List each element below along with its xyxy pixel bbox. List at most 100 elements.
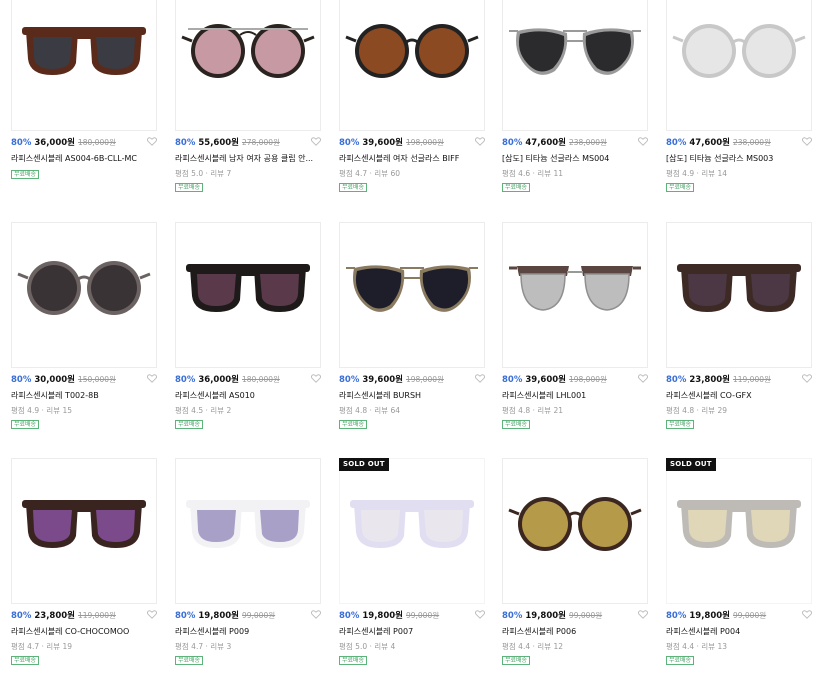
product-image[interactable]	[175, 0, 321, 131]
product-card[interactable]: SOLD OUT 80% 19,800원 99,000원 라피스센시블레 P004 평점 …	[666, 458, 812, 665]
rating-review: 평점 4.4 · 리뷰 13	[666, 642, 727, 651]
product-image[interactable]	[502, 222, 648, 368]
sale-price: 23,800원	[34, 611, 75, 621]
heart-icon[interactable]	[638, 137, 648, 150]
discount-rate: 80%	[666, 138, 687, 148]
product-card[interactable]: 80% 47,600원 238,000원 [삼도] 티타늄 선글라스 MS003 평점 …	[666, 0, 812, 192]
product-image[interactable]	[175, 222, 321, 368]
rating-review: 평점 4.7 · 리뷰 3	[175, 642, 232, 651]
sale-price: 19,800원	[362, 611, 403, 621]
sale-price: 47,600원	[689, 138, 730, 148]
free-shipping-tag: 무료배송	[175, 656, 204, 665]
product-image[interactable]	[666, 222, 812, 368]
original-price: 180,000원	[241, 375, 280, 384]
discount-rate: 80%	[175, 375, 196, 385]
original-price: 99,000원	[241, 611, 276, 620]
free-shipping-tag: 무료배송	[666, 420, 695, 429]
product-card[interactable]: 80% 39,600원 198,000원 라피스센시블레 LHL001 평점 4.8 ·…	[502, 222, 648, 429]
product-card[interactable]: SOLD OUT 80% 19,800원 99,000원 라피스센시블레 P007 평점 …	[339, 458, 485, 665]
price-row: 80% 47,600원 238,000원	[502, 137, 648, 149]
free-shipping-tag: 무료배송	[502, 420, 531, 429]
rating-review: 평점 4.9 · 리뷰 15	[11, 406, 72, 415]
product-card[interactable]: 80% 47,600원 238,000원 [삼도] 티타늄 선글라스 MS004 평점 …	[502, 0, 648, 192]
product-name[interactable]: [삼도] 티타늄 선글라스 MS003	[666, 153, 806, 164]
product-card[interactable]: 80% 36,000원 180,000원라피스센시블레 AS004-6B-CLL-M…	[11, 0, 157, 190]
product-name[interactable]: 라피스센시블레 LHL001	[502, 390, 642, 401]
product-name[interactable]: 라피스센시블레 여자 선글라스 BIFF	[339, 153, 479, 164]
product-name[interactable]: 라피스센시블레 P006	[502, 626, 642, 637]
free-shipping-tag: 무료배송	[175, 420, 204, 429]
product-image[interactable]	[11, 458, 157, 604]
product-card[interactable]: 80% 36,000원 180,000원 라피스센시블레 AS010 평점 4.5 · …	[175, 222, 321, 429]
heart-icon[interactable]	[311, 137, 321, 150]
heart-icon[interactable]	[475, 610, 485, 623]
price-row: 80% 30,000원 150,000원	[11, 374, 157, 386]
discount-rate: 80%	[666, 611, 687, 621]
rating-review: 평점 5.0 · 리뷰 4	[339, 642, 396, 651]
heart-icon[interactable]	[802, 610, 812, 623]
product-name[interactable]: 라피스센시블레 CO-CHOCOMOO	[11, 626, 151, 637]
product-card[interactable]: 80% 39,600원 198,000원 라피스센시블레 BURSH 평점 4.8 · …	[339, 222, 485, 429]
product-name[interactable]: 라피스센시블레 AS004-6B-CLL-MC	[11, 153, 151, 164]
price-row: 80% 39,600원 198,000원	[339, 137, 485, 149]
sale-price: 39,600원	[362, 375, 403, 385]
free-shipping-tag: 무료배송	[339, 656, 368, 665]
price-row: 80% 36,000원 180,000원	[11, 137, 157, 149]
product-name[interactable]: 라피스센시블레 P004	[666, 626, 806, 637]
product-name[interactable]: 라피스센시블레 P007	[339, 626, 479, 637]
original-price: 198,000원	[405, 138, 444, 147]
discount-rate: 80%	[175, 138, 196, 148]
sold-out-badge: SOLD OUT	[666, 458, 716, 471]
product-name[interactable]: [삼도] 티타늄 선글라스 MS004	[502, 153, 642, 164]
product-image[interactable]	[339, 458, 485, 604]
product-image[interactable]	[666, 458, 812, 604]
product-name[interactable]: 라피스센시블레 CO-GFX	[666, 390, 806, 401]
product-card[interactable]: 80% 55,600원 278,000원 라피스센시블레 남자 여자 공용 클립 안.…	[175, 0, 321, 192]
product-image[interactable]	[339, 0, 485, 131]
free-shipping-tag: 무료배송	[339, 183, 368, 192]
product-name[interactable]: 라피스센시블레 BURSH	[339, 390, 479, 401]
heart-icon[interactable]	[475, 374, 485, 387]
free-shipping-tag: 무료배송	[11, 656, 40, 665]
heart-icon[interactable]	[475, 137, 485, 150]
product-image[interactable]	[502, 458, 648, 604]
product-card[interactable]: 80% 23,800원 119,000원 라피스센시블레 CO-CHOCOMOO 평점 …	[11, 458, 157, 665]
product-image[interactable]	[11, 222, 157, 368]
heart-icon[interactable]	[147, 610, 157, 623]
heart-icon[interactable]	[147, 374, 157, 387]
free-shipping-tag: 무료배송	[11, 420, 40, 429]
product-image[interactable]	[666, 0, 812, 131]
original-price: 119,000원	[77, 611, 116, 620]
sold-out-badge: SOLD OUT	[339, 458, 389, 471]
rating-review: 평점 4.9 · 리뷰 14	[666, 169, 727, 178]
free-shipping-tag: 무료배송	[11, 170, 40, 179]
heart-icon[interactable]	[638, 610, 648, 623]
product-name[interactable]: 라피스센시블레 남자 여자 공용 클립 안...	[175, 153, 315, 164]
product-card[interactable]: 80% 30,000원 150,000원라피스센시블레 T002-8B 평점 4.9 …	[11, 222, 157, 429]
heart-icon[interactable]	[802, 137, 812, 150]
rating-review: 평점 4.8 · 리뷰 21	[502, 406, 563, 415]
product-name[interactable]: 라피스센시블레 T002-8B	[11, 390, 151, 401]
product-name[interactable]: 라피스센시블레 AS010	[175, 390, 315, 401]
heart-icon[interactable]	[147, 137, 157, 150]
heart-icon[interactable]	[802, 374, 812, 387]
heart-icon[interactable]	[638, 374, 648, 387]
heart-icon[interactable]	[311, 610, 321, 623]
original-price: 278,000원	[241, 138, 280, 147]
product-image[interactable]	[502, 0, 648, 131]
free-shipping-tag: 무료배송	[502, 183, 531, 192]
product-image[interactable]	[339, 222, 485, 368]
heart-icon[interactable]	[311, 374, 321, 387]
product-name[interactable]: 라피스센시블레 P009	[175, 626, 315, 637]
free-shipping-tag: 무료배송	[339, 420, 368, 429]
product-image[interactable]	[175, 458, 321, 604]
product-card[interactable]: 80% 19,800원 99,000원 라피스센시블레 P009 평점 4.7 · 리뷰…	[175, 458, 321, 665]
original-price: 119,000원	[732, 375, 771, 384]
sale-price: 36,000원	[198, 375, 239, 385]
price-row: 80% 19,800원 99,000원	[502, 610, 648, 622]
product-card[interactable]: 80% 39,600원 198,000원 라피스센시블레 여자 선글라스 BIFF 평점…	[339, 0, 485, 192]
sale-price: 19,800원	[198, 611, 239, 621]
product-image[interactable]	[11, 0, 157, 131]
product-card[interactable]: 80% 19,800원 99,000원 라피스센시블레 P006 평점 4.4 · 리뷰…	[502, 458, 648, 665]
product-card[interactable]: 80% 23,800원 119,000원 라피스센시블레 CO-GFX 평점 4.8 ·…	[666, 222, 812, 429]
